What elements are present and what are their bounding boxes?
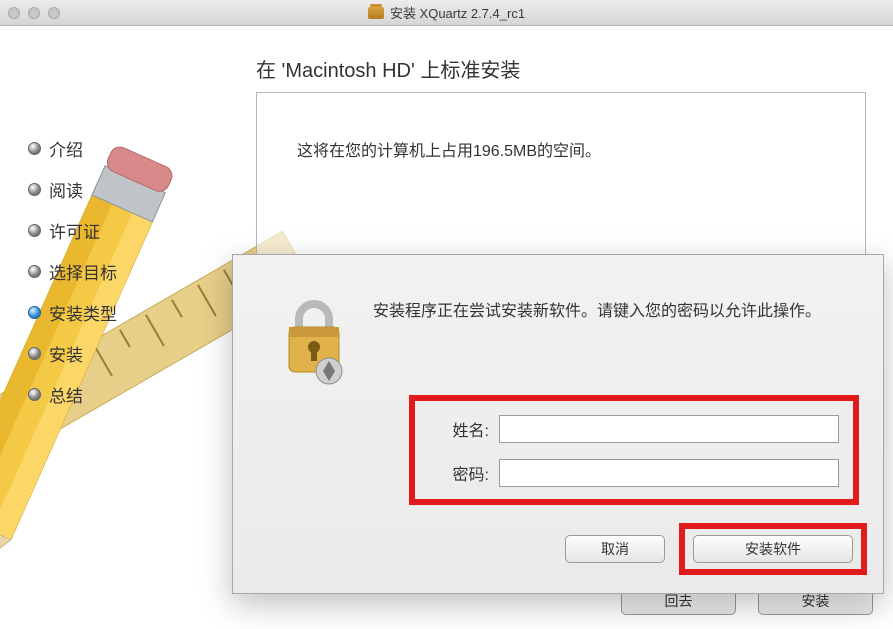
titlebar: 安装 XQuartz 2.7.4_rc1 xyxy=(0,0,893,26)
cancel-button[interactable]: 取消 xyxy=(565,535,665,563)
step-bullet xyxy=(28,265,41,278)
step-label: 安装 xyxy=(49,341,83,366)
disk-space-text: 这将在您的计算机上占用196.5MB的空间。 xyxy=(257,93,865,205)
step-label: 安装类型 xyxy=(49,300,117,325)
step-label: 阅读 xyxy=(49,177,83,202)
step-bullet xyxy=(28,142,41,155)
step-license: 许可证 xyxy=(28,218,117,243)
step-destination: 选择目标 xyxy=(28,259,117,284)
installer-body: 在 'Macintosh HD' 上标准安装 这将在您的计算机上占用196.5M… xyxy=(0,26,893,629)
name-input[interactable] xyxy=(499,415,839,443)
name-row: 姓名: xyxy=(415,415,853,443)
auth-dialog: 安装程序正在尝试安装新软件。请键入您的密码以允许此操作。 姓名: 密码: 取消 … xyxy=(232,254,884,594)
close-window-button[interactable] xyxy=(8,7,20,19)
password-row: 密码: xyxy=(415,459,853,487)
step-label: 总结 xyxy=(49,382,83,407)
package-icon xyxy=(368,7,384,19)
window-controls xyxy=(8,7,60,19)
step-readme: 阅读 xyxy=(28,177,117,202)
step-bullet xyxy=(28,388,41,401)
page-heading: 在 'Macintosh HD' 上标准安装 xyxy=(256,54,520,83)
auth-message: 安装程序正在尝试安装新软件。请键入您的密码以允许此操作。 xyxy=(373,299,853,325)
password-input[interactable] xyxy=(499,459,839,487)
installer-steps: 介绍 阅读 许可证 选择目标 安装类型 安装 总结 xyxy=(28,136,117,423)
step-bullet-active xyxy=(28,306,41,319)
lock-icon xyxy=(279,297,349,387)
install-software-button[interactable]: 安装软件 xyxy=(693,535,853,563)
step-install-type: 安装类型 xyxy=(28,300,117,325)
step-summary: 总结 xyxy=(28,382,117,407)
step-bullet xyxy=(28,347,41,360)
step-install: 安装 xyxy=(28,341,117,366)
title-center: 安装 XQuartz 2.7.4_rc1 xyxy=(0,3,893,22)
step-bullet xyxy=(28,224,41,237)
step-label: 介绍 xyxy=(49,136,83,161)
password-label: 密码: xyxy=(425,461,489,485)
zoom-window-button[interactable] xyxy=(48,7,60,19)
credentials-highlight: 姓名: 密码: xyxy=(409,395,859,505)
step-bullet xyxy=(28,183,41,196)
window-title: 安装 XQuartz 2.7.4_rc1 xyxy=(390,3,525,22)
step-label: 选择目标 xyxy=(49,259,117,284)
install-software-highlight: 安装软件 xyxy=(679,523,867,575)
auth-buttons: 取消 安装软件 xyxy=(565,523,867,575)
minimize-window-button[interactable] xyxy=(28,7,40,19)
name-label: 姓名: xyxy=(425,417,489,441)
step-intro: 介绍 xyxy=(28,136,117,161)
step-label: 许可证 xyxy=(49,218,100,243)
